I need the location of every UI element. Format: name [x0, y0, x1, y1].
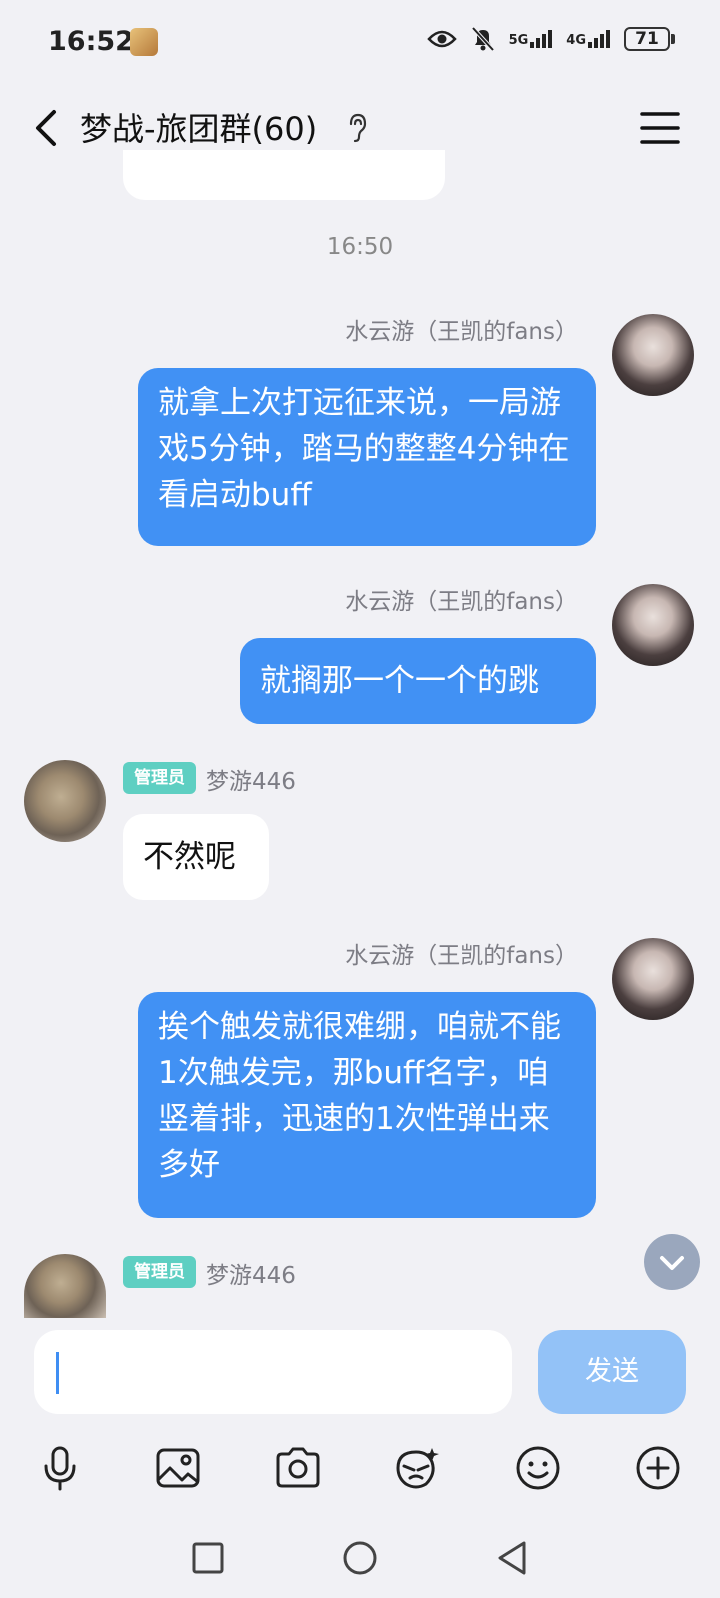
notification-sticker-icon [130, 28, 158, 56]
plus-icon[interactable] [634, 1444, 682, 1492]
avatar[interactable] [612, 584, 694, 666]
message-input[interactable] [34, 1330, 512, 1414]
status-icons: 5G 4G 71 [426, 26, 675, 52]
message-timestamp: 16:50 [326, 234, 394, 260]
smiley-icon[interactable] [514, 1444, 562, 1492]
net-label-4g: 4G [566, 33, 586, 48]
scroll-to-bottom-button[interactable] [644, 1234, 700, 1290]
triangle-back-nav-icon[interactable] [492, 1538, 532, 1578]
camera-icon[interactable] [274, 1444, 322, 1492]
eye-icon [426, 30, 457, 48]
avatar[interactable] [612, 314, 694, 396]
ear-icon[interactable] [346, 112, 370, 144]
circle-nav-icon[interactable] [340, 1538, 380, 1578]
chevron-down-icon [660, 1256, 684, 1270]
signal-5g: 5G [509, 30, 553, 48]
sender-name: 梦游446 [206, 769, 296, 795]
sender-name: 水云游（王凯的fans） [345, 589, 578, 615]
message-bubble[interactable]: 就搁那一个一个的跳 [240, 638, 596, 724]
emoji-face-icon[interactable] [392, 1444, 440, 1492]
avatar[interactable] [612, 938, 694, 1020]
admin-badge: 管理员 [123, 1256, 196, 1288]
sender-name: 梦游446 [206, 1263, 296, 1289]
input-area: 发送 [0, 1318, 720, 1598]
sender-name: 水云游（王凯的fans） [345, 319, 578, 345]
message-bubble-partial[interactable] [123, 150, 445, 200]
send-button[interactable]: 发送 [538, 1330, 686, 1414]
net-label-5g: 5G [508, 33, 529, 48]
status-time: 16:52 [48, 26, 134, 57]
back-chevron-icon[interactable] [28, 106, 68, 150]
sender-name: 水云游（王凯的fans） [345, 943, 578, 969]
image-icon[interactable] [154, 1444, 202, 1492]
square-nav-icon[interactable] [188, 1538, 228, 1578]
admin-badge: 管理员 [123, 762, 196, 794]
signal-4g: 4G [566, 30, 610, 48]
group-title[interactable]: 梦战-旅团群(60) [80, 104, 317, 150]
status-bar: 16:52 5G 4G 71 [0, 0, 720, 88]
bell-muted-icon [471, 26, 495, 52]
avatar[interactable] [24, 1254, 106, 1318]
microphone-icon[interactable] [36, 1444, 84, 1492]
text-caret [56, 1352, 59, 1394]
message-bubble[interactable]: 不然呢 [123, 814, 269, 900]
menu-icon[interactable] [638, 108, 682, 148]
message-bubble[interactable]: 挨个触发就很难绷，咱就不能1次触发完，那buff名字，咱竖着排，迅速的1次性弹出… [138, 992, 596, 1218]
message-bubble[interactable]: 就拿上次打远征来说，一局游戏5分钟，踏马的整整4分钟在看启动buff [138, 368, 596, 546]
avatar[interactable] [24, 760, 106, 842]
battery-indicator: 71 [624, 27, 675, 51]
